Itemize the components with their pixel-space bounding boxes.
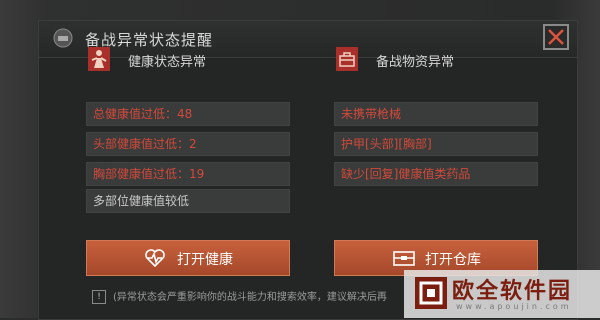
injured-soldier-icon (88, 47, 110, 71)
watermark-name: 欧全软件园 (452, 279, 573, 304)
supply-item: 未携带枪械 (334, 102, 538, 126)
supply-item: 缺少[回复]健康值类药品 (334, 162, 538, 186)
watermark-url: www.apoujin.com (456, 302, 572, 311)
watermark: 欧全软件园 www.apoujin.com (404, 270, 600, 318)
close-icon (548, 29, 564, 45)
open-storage-label: 打开仓库 (425, 252, 481, 268)
warning-badge-icon (53, 28, 73, 48)
dialog-titlebar: 备战异常状态提醒 (39, 21, 577, 58)
health-item: 胸部健康值过低：19 (86, 162, 290, 186)
supplies-section-title: 备战物资异常 (376, 55, 455, 70)
heartbeat-icon (145, 249, 165, 271)
health-section-title: 健康状态异常 (128, 55, 207, 70)
open-health-button[interactable]: 打开健康 (86, 240, 290, 276)
close-button[interactable] (543, 24, 569, 50)
notice-text: (异常状态会严重影响你的战斗能力和搜索效率，建议解决后再 (113, 292, 387, 303)
supply-item: 护甲[头部][胸部] (334, 132, 538, 156)
open-health-label: 打开健康 (177, 252, 233, 268)
info-icon: ! (92, 290, 106, 304)
storage-box-icon (393, 249, 415, 271)
health-item: 多部位健康值较低 (86, 189, 290, 213)
health-item: 总健康值过低：48 (86, 102, 290, 126)
watermark-logo-icon (414, 276, 448, 310)
supply-crate-icon (336, 47, 358, 71)
health-item: 头部健康值过低：2 (86, 132, 290, 156)
